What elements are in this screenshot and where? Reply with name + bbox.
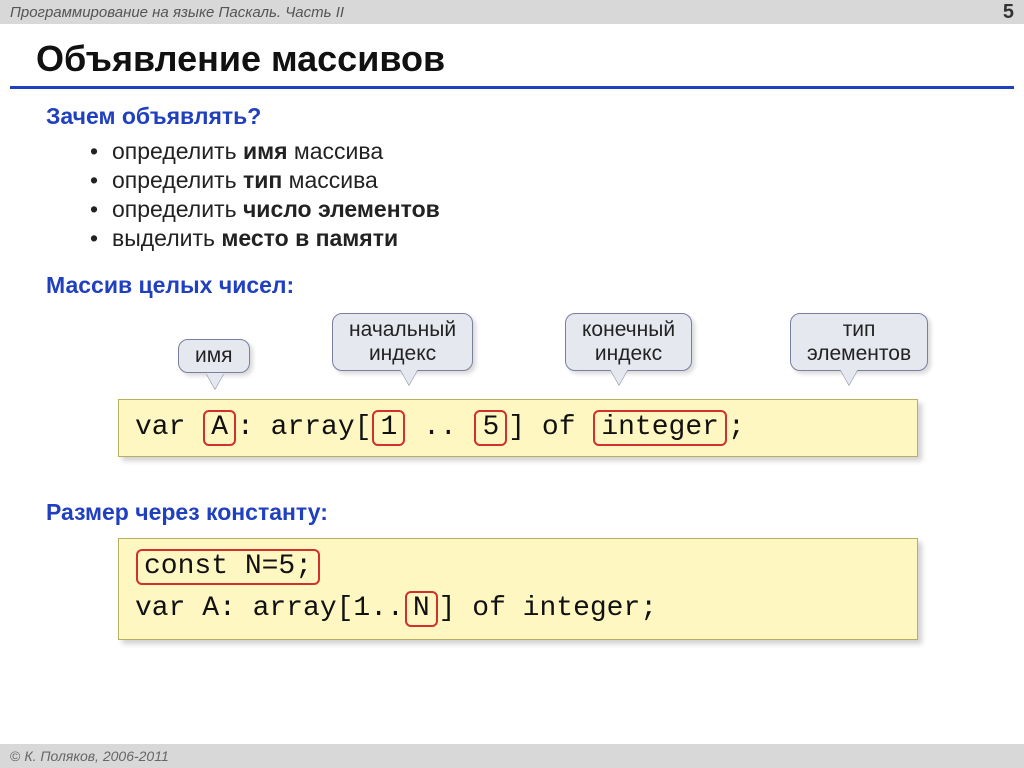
header-bar: Программирование на языке Паскаль. Часть…: [0, 0, 1024, 24]
callout-tail: [400, 369, 418, 385]
callout-end-index: конечный индекс: [565, 313, 692, 371]
list-item: определить имя массива: [90, 138, 1024, 165]
copyright-icon: ©: [10, 748, 20, 764]
code-highlight-N: N: [405, 591, 438, 627]
code-highlight-A: A: [203, 410, 236, 446]
code-highlight-5: 5: [474, 410, 507, 446]
code-highlight-integer: integer: [593, 410, 727, 446]
bullet-suffix: массива: [282, 167, 378, 193]
code-box-const: const N=5; var A: array[1..N] of integer…: [118, 538, 918, 640]
list-item: определить тип массива: [90, 167, 1024, 194]
section-const-heading: Размер через константу:: [46, 499, 1024, 526]
code-text: ] of integer;: [439, 593, 657, 624]
bullet-bold: тип: [243, 167, 282, 193]
list-item: выделить место в памяти: [90, 225, 1024, 252]
section-int-heading: Массив целых чисел:: [46, 272, 1024, 299]
bullet-prefix: определить: [112, 196, 243, 222]
callout-elem-type: тип элементов: [790, 313, 928, 371]
array-declaration-diagram: имя начальный индекс конечный индекс тип…: [0, 313, 1024, 493]
code-text: var: [135, 412, 202, 443]
bullet-suffix: массива: [288, 138, 384, 164]
bullet-prefix: определить: [112, 138, 243, 164]
callout-name: имя: [178, 339, 250, 373]
bullet-prefix: выделить: [112, 225, 221, 251]
bullet-bold: имя: [243, 138, 288, 164]
doc-title: Программирование на языке Паскаль. Часть…: [10, 4, 344, 21]
callout-tail: [206, 373, 224, 389]
code-text: var A: array[1..: [135, 593, 404, 624]
bullet-prefix: определить: [112, 167, 243, 193]
code-text: ;: [728, 412, 745, 443]
code-text: : array[: [237, 412, 371, 443]
code-highlight-const: const N=5;: [136, 549, 320, 585]
callout-start-index: начальный индекс: [332, 313, 473, 371]
slide-title: Объявление массивов: [36, 38, 1024, 80]
bullet-bold: число элементов: [243, 196, 440, 222]
footer-copyright: К. Поляков, 2006-2011: [24, 748, 168, 764]
title-rule: [10, 86, 1014, 89]
code-box-array: var A: array[1 .. 5] of integer;: [118, 399, 918, 457]
bullet-bold: место в памяти: [221, 225, 398, 251]
code-text: ..: [406, 412, 473, 443]
why-bullets: определить имя массива определить тип ма…: [90, 138, 1024, 252]
list-item: определить число элементов: [90, 196, 1024, 223]
page-number: 5: [1003, 1, 1014, 24]
section-why-heading: Зачем объявлять?: [46, 103, 1024, 130]
footer-bar: © К. Поляков, 2006-2011: [0, 744, 1024, 768]
code-highlight-1: 1: [372, 410, 405, 446]
callout-tail: [840, 369, 858, 385]
callout-tail: [610, 369, 628, 385]
code-text: ] of: [508, 412, 592, 443]
